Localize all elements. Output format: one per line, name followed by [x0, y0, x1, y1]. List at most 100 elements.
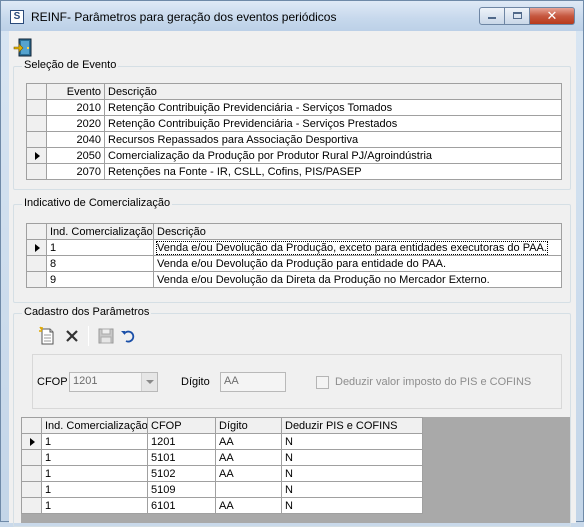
cfop-cell[interactable]: 5102	[147, 465, 216, 482]
table-row[interactable]: 2010 Retenção Contribuição Previdenciária…	[26, 99, 562, 116]
cfop-cell[interactable]: 6101	[147, 497, 216, 514]
row-indicator[interactable]	[26, 99, 47, 116]
descricao-cell[interactable]: Retenção Contribuição Previdenciária - S…	[104, 99, 562, 116]
ind-comercializacao-cell[interactable]: 1	[41, 465, 148, 482]
column-header-descricao[interactable]: Descrição	[153, 223, 562, 240]
table-row[interactable]: 2070 Retenções na Fonte - IR, CSLL, Cofin…	[26, 163, 562, 180]
table-row[interactable]: 8 Venda e/ou Devolução da Produção para e…	[26, 255, 562, 272]
evento-cell[interactable]: 2050	[46, 147, 105, 164]
row-indicator[interactable]	[21, 465, 42, 482]
table-row[interactable]: 2020 Retenção Contribuição Previdenciária…	[26, 115, 562, 132]
row-indicator[interactable]	[26, 147, 47, 164]
table-row[interactable]: 2050 Comercialização da Produção por Prod…	[26, 147, 562, 164]
descricao-text: Venda e/ou Devolução da Produção para en…	[157, 257, 447, 270]
deduzir-cell[interactable]: N	[281, 497, 423, 514]
maximize-button[interactable]	[504, 7, 530, 25]
chevron-down-icon[interactable]	[141, 373, 157, 391]
row-indicator[interactable]	[26, 271, 47, 288]
form-panel: CFOP 1201 Dígito AA Deduzir valor impost…	[32, 354, 562, 409]
undo-arrow-icon[interactable]	[118, 326, 138, 346]
evento-cell[interactable]: 2010	[46, 99, 105, 116]
indicativo-group-label: Indicativo de Comercialização	[22, 197, 173, 209]
ind-comercializacao-cell[interactable]: 8	[46, 255, 154, 272]
ind-comercializacao-cell[interactable]: 1	[41, 481, 148, 498]
cfop-cell[interactable]: 1201	[147, 433, 216, 450]
column-header-cfop[interactable]: CFOP	[147, 417, 216, 434]
title-bar[interactable]: S REINF- Parâmetros para geração dos eve…	[1, 1, 583, 31]
digito-value: AA	[224, 375, 239, 387]
main-window: S REINF- Parâmetros para geração dos eve…	[0, 0, 584, 527]
cadastro-group-label: Cadastro dos Parâmetros	[22, 306, 152, 318]
delete-x-icon[interactable]	[62, 326, 82, 346]
digito-cell[interactable]	[215, 481, 282, 498]
row-indicator[interactable]	[21, 497, 42, 514]
ind-comercializacao-cell[interactable]: 1	[41, 449, 148, 466]
evento-cell[interactable]: 2070	[46, 163, 105, 180]
row-indicator[interactable]	[21, 433, 42, 450]
digito-cell[interactable]: AA	[215, 465, 282, 482]
deduzir-cell[interactable]: N	[281, 481, 423, 498]
cfop-cell[interactable]: 5101	[147, 449, 216, 466]
table-row[interactable]: 1 6101 AA N	[21, 497, 423, 514]
row-indicator[interactable]	[21, 449, 42, 466]
column-header-descricao[interactable]: Descrição	[104, 83, 562, 100]
column-header-evento[interactable]: Evento	[46, 83, 105, 100]
ind-comercializacao-cell[interactable]: 1	[41, 497, 148, 514]
descricao-cell[interactable]: Comercialização da Produção por Produtor…	[104, 147, 562, 164]
column-header-deduzir[interactable]: Deduzir PIS e COFINS	[281, 417, 423, 434]
ind-comercializacao-cell[interactable]: 9	[46, 271, 154, 288]
deduzir-cell[interactable]: N	[281, 449, 423, 466]
table-row[interactable]: 9 Venda e/ou Devolução da Direta da Produ…	[26, 271, 562, 288]
column-header-ind-comercializacao[interactable]: Ind. Comercialização	[46, 223, 154, 240]
close-button[interactable]: ✕	[529, 7, 575, 25]
table-row[interactable]: 1 1201 AA N	[21, 433, 423, 450]
minimize-button[interactable]	[479, 7, 505, 25]
table-row[interactable]: 1 5102 AA N	[21, 465, 423, 482]
digito-cell[interactable]: AA	[215, 497, 282, 514]
descricao-cell[interactable]: Retenção Contribuição Previdenciária - S…	[104, 115, 562, 132]
ind-comercializacao-cell[interactable]: 1	[46, 239, 154, 256]
descricao-cell[interactable]: Recursos Repassados para Associação Desp…	[104, 131, 562, 148]
descricao-cell[interactable]: Venda e/ou Devolução da Produção, exceto…	[153, 239, 562, 256]
save-disk-icon[interactable]	[96, 326, 116, 346]
table-row[interactable]: 1 Venda e/ou Devolução da Produção, excet…	[26, 239, 562, 256]
cfop-cell[interactable]: 5109	[147, 481, 216, 498]
evento-cell[interactable]: 2040	[46, 131, 105, 148]
row-indicator[interactable]	[26, 131, 47, 148]
descricao-cell[interactable]: Retenções na Fonte - IR, CSLL, Cofins, P…	[104, 163, 562, 180]
row-selector-arrow-icon	[35, 151, 40, 160]
row-indicator[interactable]	[26, 239, 47, 256]
evento-cell[interactable]: 2020	[46, 115, 105, 132]
parametros-table: Ind. Comercialização CFOP Dígito Deduzir…	[21, 417, 423, 514]
digito-cell[interactable]: AA	[215, 449, 282, 466]
column-header-ind-comercializacao[interactable]: Ind. Comercialização	[41, 417, 148, 434]
descricao-text: Venda e/ou Devolução da Produção, exceto…	[156, 240, 548, 255]
row-indicator[interactable]	[21, 481, 42, 498]
row-indicator[interactable]	[26, 255, 47, 272]
deduzir-cell[interactable]: N	[281, 433, 423, 450]
ind-comercializacao-cell[interactable]: 1	[41, 433, 148, 450]
row-indicator-header	[26, 223, 47, 240]
toolbar-separator	[88, 326, 89, 346]
descricao-cell[interactable]: Venda e/ou Devolução da Direta da Produç…	[153, 271, 562, 288]
descricao-cell[interactable]: Venda e/ou Devolução da Produção para en…	[153, 255, 562, 272]
parametros-grid-area: Ind. Comercialização CFOP Dígito Deduzir…	[21, 417, 570, 523]
indicativo-table: Ind. Comercialização Descrição 1 Venda e/…	[26, 223, 562, 288]
deduzir-cell[interactable]: N	[281, 465, 423, 482]
cfop-value: 1201	[73, 375, 98, 387]
parametros-table-header: Ind. Comercialização CFOP Dígito Deduzir…	[21, 417, 423, 434]
column-header-digito[interactable]: Dígito	[215, 417, 282, 434]
row-indicator[interactable]	[26, 115, 47, 132]
digito-input[interactable]: AA	[220, 372, 286, 392]
new-document-icon[interactable]	[38, 326, 58, 346]
digito-cell[interactable]: AA	[215, 433, 282, 450]
deduzir-checkbox[interactable]	[316, 376, 329, 389]
exit-door-icon[interactable]	[13, 38, 35, 58]
indicativo-group: Indicativo de Comercialização Ind. Comer…	[13, 197, 571, 303]
client-area: Seleção de Evento Evento Descrição 2010 R…	[9, 31, 576, 527]
table-row[interactable]: 1 5109 N	[21, 481, 423, 498]
row-indicator[interactable]	[26, 163, 47, 180]
table-row[interactable]: 2040 Recursos Repassados para Associação …	[26, 131, 562, 148]
table-row[interactable]: 1 5101 AA N	[21, 449, 423, 466]
cfop-combobox[interactable]: 1201	[69, 372, 158, 392]
